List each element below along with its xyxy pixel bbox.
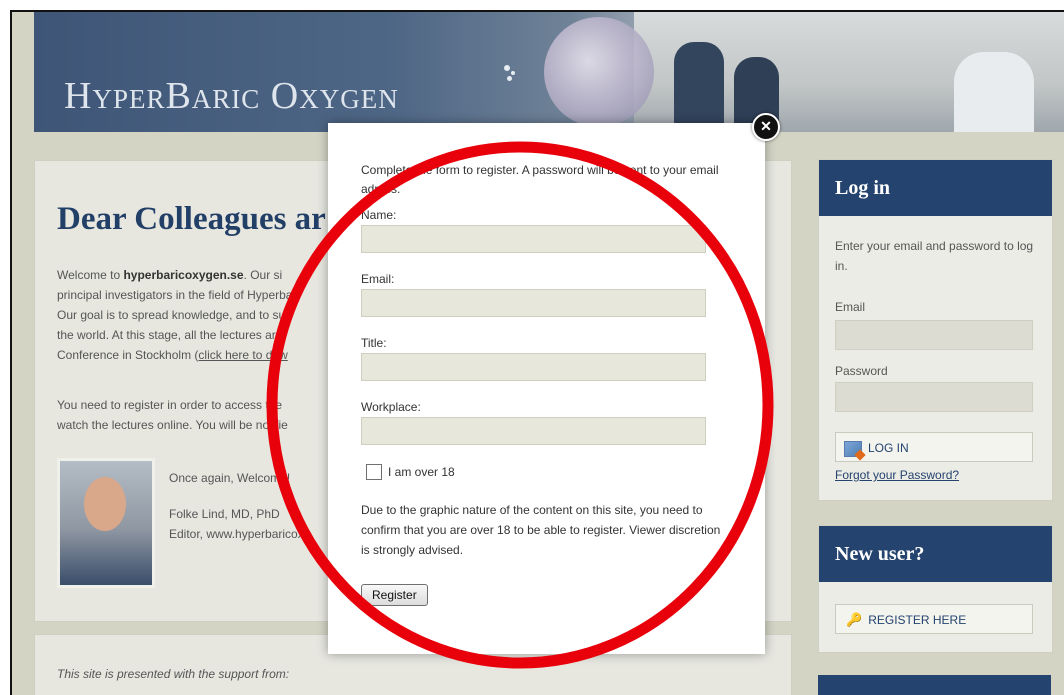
new-user-box: New user? 🔑 REGISTER HERE — [818, 525, 1053, 653]
welcome-text: Our goal is to spread knowledge, and to … — [57, 308, 286, 322]
welcome-text: Conference in Stockholm ( — [57, 348, 199, 362]
register-here-button[interactable]: 🔑 REGISTER HERE — [835, 604, 1033, 634]
over-18-checkbox[interactable] — [366, 464, 382, 480]
welcome-text: principal investigators in the field of … — [57, 288, 293, 302]
support-text: This site is presented with the support … — [57, 667, 290, 681]
welcome-text: the world. At this stage, all the lectur… — [57, 328, 283, 342]
workplace-input[interactable] — [361, 417, 706, 445]
login-email-label: Email — [835, 300, 866, 314]
login-edit-icon — [844, 440, 862, 457]
name-input[interactable] — [361, 225, 706, 253]
editor-portrait — [57, 458, 155, 588]
welcome-text: . Our si — [243, 268, 283, 282]
forgot-password-link[interactable]: Forgot your Password? — [835, 468, 959, 482]
login-email-input[interactable] — [835, 320, 1033, 350]
login-title: Log in — [819, 160, 1052, 216]
registration-intro: Complete the form to register. A passwor… — [361, 163, 719, 196]
page-heading: Dear Colleagues ar — [57, 201, 326, 237]
registration-modal: Complete the form to register. A passwor… — [328, 123, 765, 654]
download-link[interactable]: click here to dow — [198, 348, 287, 362]
login-button[interactable]: LOG IN — [835, 432, 1033, 462]
age-notice: Due to the graphic nature of the content… — [361, 503, 721, 557]
key-icon: 🔑 — [846, 612, 863, 627]
register-info-text: watch the lectures online. You will be n… — [57, 418, 288, 432]
email-label: Email: — [361, 272, 395, 286]
close-icon[interactable]: ✕ — [752, 113, 780, 141]
editor-title: Editor, www.hyperbaricox — [169, 527, 304, 541]
workplace-label: Workplace: — [361, 400, 421, 414]
name-label: Name: — [361, 208, 397, 222]
login-description: Enter your email and password to log in. — [835, 239, 1034, 273]
register-here-label: REGISTER HERE — [868, 613, 967, 627]
site-logo[interactable]: HyperBaric Oxygen — [64, 74, 399, 118]
banner-photo-person — [954, 52, 1034, 132]
banner-cell-image — [544, 17, 654, 127]
banner-photo-person — [674, 42, 724, 132]
title-label: Title: — [361, 336, 387, 350]
sidebar-box-header — [818, 675, 1051, 695]
login-button-label: LOG IN — [868, 441, 909, 455]
email-input[interactable] — [361, 289, 706, 317]
portrait-face — [84, 477, 126, 531]
title-input[interactable] — [361, 353, 706, 381]
login-password-input[interactable] — [835, 382, 1033, 412]
over-18-label[interactable]: I am over 18 — [388, 465, 455, 479]
login-box: Log in Enter your email and password to … — [818, 159, 1053, 501]
login-password-label: Password — [835, 364, 888, 378]
welcome-text: Welcome to — [57, 268, 124, 282]
welcome-signoff: Once again, Welcome! — [169, 471, 291, 485]
register-button[interactable]: Register — [361, 584, 428, 606]
editor-name: Folke Lind, MD, PhD — [169, 507, 280, 521]
register-info-text: You need to register in order to access … — [57, 398, 283, 412]
site-banner: HyperBaric Oxygen — [34, 12, 1064, 132]
new-user-title: New user? — [819, 526, 1052, 582]
site-name: hyperbaricoxygen.se — [123, 268, 244, 282]
